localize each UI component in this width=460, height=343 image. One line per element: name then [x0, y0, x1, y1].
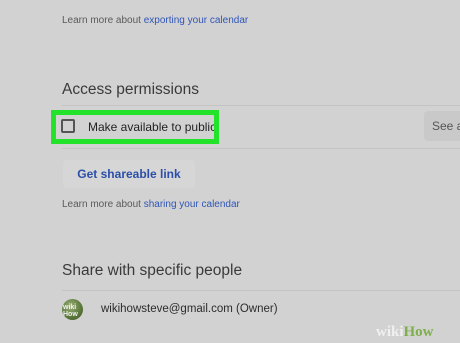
exporting-calendar-link[interactable]: exporting your calendar — [144, 15, 249, 26]
watermark-how: How — [403, 324, 434, 340]
share-specific-people-title: Share with specific people — [62, 262, 243, 279]
avatar: wiki How — [62, 299, 83, 320]
sharing-learn-prefix: Learn more about — [62, 199, 144, 210]
owner-row: wiki How wikihowsteve@gmail.com (Owner) — [62, 298, 460, 324]
avatar-text: wiki How — [63, 304, 78, 318]
wikihow-watermark-logo: wikiHow — [370, 322, 460, 343]
sharing-learn-more: Learn more about sharing your calendar — [62, 199, 240, 210]
sharing-calendar-link[interactable]: sharing your calendar — [144, 199, 240, 210]
export-learn-prefix: Learn more about — [62, 15, 144, 26]
export-learn-more: Learn more about exporting your calendar — [62, 15, 248, 26]
highlight-box — [51, 110, 219, 144]
get-shareable-link-button[interactable]: Get shareable link — [63, 160, 195, 188]
watermark-wiki: wiki — [376, 324, 404, 340]
see-all-button[interactable]: See a — [424, 111, 460, 141]
access-permissions-title: Access permissions — [62, 81, 199, 98]
divider — [62, 148, 460, 149]
calendar-settings-page: Learn more about exporting your calendar… — [0, 0, 460, 343]
owner-email: wikihowsteve@gmail.com (Owner) — [101, 303, 278, 315]
divider — [62, 290, 460, 291]
divider — [62, 105, 460, 106]
